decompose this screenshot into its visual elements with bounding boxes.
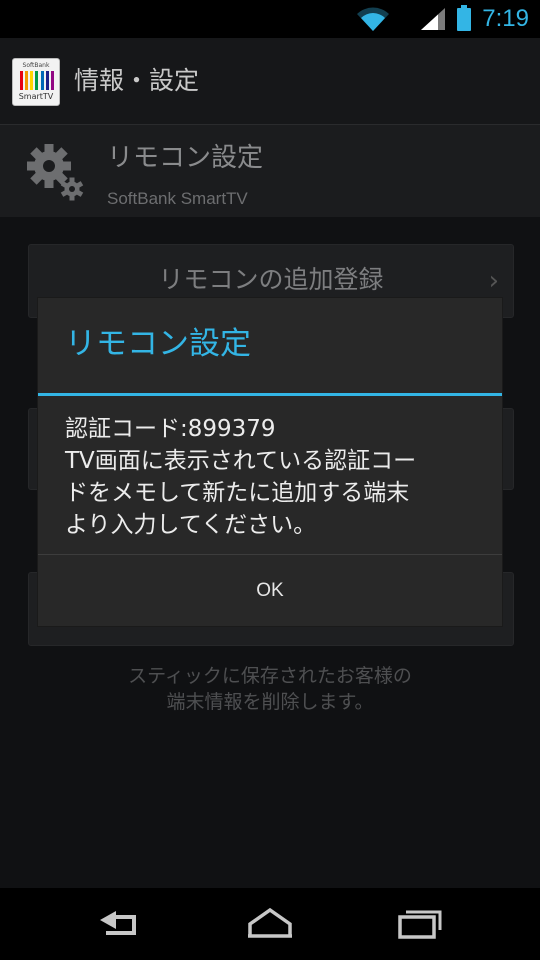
navigation-bar	[0, 888, 540, 960]
logo-bottom-text: SmartTV	[18, 92, 54, 101]
back-icon[interactable]	[94, 906, 144, 940]
recent-apps-icon[interactable]	[396, 906, 444, 940]
remote-settings-dialog: リモコン設定 認証コード:899379 TV画面に表示されている認証コー ドをメ…	[38, 298, 502, 626]
action-bar: SoftBank SmartTV 情報・設定	[0, 38, 540, 125]
info-text-line: スティックに保存されたお客様の	[128, 665, 412, 687]
logo-bar	[45, 71, 49, 90]
dialog-message: 認証コード:899379 TV画面に表示されている認証コー ドをメモして新たに追…	[65, 413, 485, 541]
logo-bar	[25, 71, 29, 90]
message-line: より入力してください。	[65, 512, 317, 538]
logo-bar	[50, 71, 54, 90]
auth-code-line: 認証コード:899379	[65, 416, 276, 442]
delete-info-text: スティックに保存されたお客様の 端末情報を削除します。	[0, 663, 540, 715]
action-bar-title: 情報・設定	[74, 66, 200, 95]
logo-bar	[35, 71, 39, 90]
logo-color-bars	[20, 71, 54, 90]
battery-icon	[457, 5, 471, 31]
dialog-title: リモコン設定	[65, 326, 251, 362]
wifi-icon	[357, 7, 389, 31]
add-remote-label: リモコンの追加登録	[158, 265, 384, 294]
cell-signal-icon	[421, 8, 445, 30]
logo-top-text: SoftBank	[22, 62, 50, 69]
logo-bar	[40, 71, 44, 90]
logo-bar	[20, 71, 23, 90]
dialog-title-divider	[38, 393, 502, 396]
home-icon[interactable]	[246, 906, 294, 940]
screen: 7:19 SoftBank SmartTV 情報・設定 リモコン設定 SoftB…	[0, 0, 540, 960]
header-subtitle: SoftBank SmartTV	[107, 189, 248, 208]
app-logo[interactable]: SoftBank SmartTV	[12, 58, 60, 106]
chevron-right-icon: ›	[488, 266, 499, 296]
ok-button[interactable]: OK	[38, 555, 502, 626]
message-line: TV画面に表示されている認証コー	[65, 448, 417, 474]
small-gear-icon	[60, 177, 84, 201]
header-title: リモコン設定	[107, 143, 264, 173]
info-text-line: 端末情報を削除します。	[166, 691, 374, 713]
settings-header: リモコン設定 SoftBank SmartTV	[0, 125, 540, 217]
status-clock: 7:19	[482, 5, 529, 32]
status-bar: 7:19	[0, 0, 540, 38]
message-line: ドをメモして新たに追加する端末	[65, 480, 410, 506]
logo-bar	[30, 71, 34, 90]
